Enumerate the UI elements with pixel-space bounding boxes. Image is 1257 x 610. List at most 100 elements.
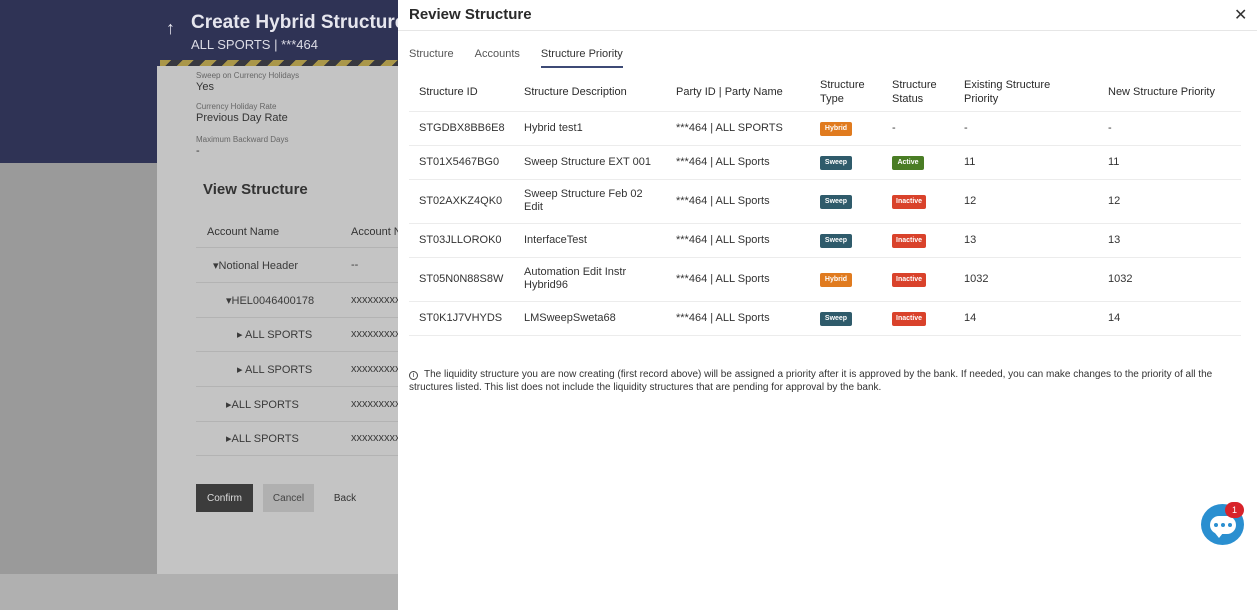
confirm-button[interactable]: Confirm	[196, 484, 253, 512]
status-badge: Inactive	[892, 194, 927, 209]
row-number: xxxxxxxxx	[351, 294, 401, 306]
column-header-status: Structure Status	[882, 74, 954, 112]
row-number: xxxxxxxxx	[351, 363, 401, 375]
row-number: xxxxxxxxx	[351, 328, 401, 340]
table-header-row: Structure ID Structure Description Party…	[409, 74, 1241, 112]
review-structure-modal: Review Structure ✕ Structure Accounts St…	[398, 0, 1257, 610]
cancel-button[interactable]: Cancel	[263, 484, 314, 512]
cell-description: Sweep Structure EXT 001	[514, 145, 666, 180]
divider	[196, 421, 406, 422]
cell-description: Automation Edit Instr Hybrid96	[514, 257, 666, 302]
cell-party: ***464 | ALL Sports	[666, 301, 810, 336]
column-header-account-number: Account N	[351, 226, 402, 238]
view-structure-title: View Structure	[203, 181, 308, 198]
type-badge: Sweep	[820, 155, 852, 170]
cell-type: Sweep	[810, 145, 882, 180]
tab-bar: Structure Accounts Structure Priority	[409, 48, 644, 68]
row-name: ALL SPORTS	[244, 329, 313, 341]
cell-new-priority: 13	[1098, 223, 1241, 258]
divider	[398, 30, 1257, 31]
cell-type: Sweep	[810, 179, 882, 224]
cell-party: ***464 | ALL Sports	[666, 179, 810, 224]
divider	[196, 351, 406, 352]
cell-status: Active	[882, 145, 954, 180]
cell-party: ***464 | ALL Sports	[666, 257, 810, 302]
cell-status: Inactive	[882, 257, 954, 302]
column-header-party: Party ID | Party Name	[666, 74, 810, 112]
tree-row-account[interactable]: ▸ALL SPORTS	[226, 398, 299, 411]
table-row: ST03JLLOROK0 InterfaceTest ***464 | ALL …	[409, 223, 1241, 258]
cell-description: InterfaceTest	[514, 223, 666, 258]
divider	[196, 455, 406, 456]
cell-new-priority: 11	[1098, 145, 1241, 180]
type-badge: Hybrid	[820, 121, 852, 136]
cell-existing-priority: 1032	[954, 257, 1098, 302]
tree-row-header-account[interactable]: ▾HEL0046400178	[226, 294, 314, 307]
type-badge: Sweep	[820, 194, 852, 209]
cell-existing-priority: -	[954, 111, 1098, 146]
info-text: The liquidity structure you are now crea…	[409, 369, 1213, 393]
cell-status: Inactive	[882, 179, 954, 224]
column-header-existing-priority: Existing Structure Priority	[954, 74, 1098, 112]
row-name: ALL SPORTS	[231, 399, 299, 411]
column-header-description: Structure Description	[514, 74, 666, 112]
cell-type: Sweep	[810, 301, 882, 336]
divider	[196, 247, 406, 248]
cell-description: Hybrid test1	[514, 111, 666, 146]
table-row: ST01X5467BG0 Sweep Structure EXT 001 ***…	[409, 145, 1241, 180]
info-note: i The liquidity structure you are now cre…	[409, 368, 1244, 394]
cell-structure-id: ST0K1J7VHYDS	[409, 301, 514, 336]
type-badge: Hybrid	[820, 272, 852, 287]
field-label: Sweep on Currency Holidays	[196, 71, 300, 80]
cell-status: Inactive	[882, 301, 954, 336]
tree-row-notional-header[interactable]: ▾Notional Header	[213, 259, 298, 272]
tab-structure-priority[interactable]: Structure Priority	[540, 48, 623, 68]
back-button[interactable]: Back	[326, 484, 364, 512]
cell-party: ***464 | ALL Sports	[666, 223, 810, 258]
divider	[196, 386, 406, 387]
page-title: Create Hybrid Structure	[191, 12, 406, 33]
back-arrow-icon[interactable]: ↑	[166, 18, 175, 39]
page-footer	[0, 574, 398, 610]
cell-new-priority: 14	[1098, 301, 1241, 336]
cell-type: Hybrid	[810, 111, 882, 146]
tree-row-account[interactable]: ▸ALL SPORTS	[226, 432, 299, 445]
table-row: ST0K1J7VHYDS LMSweepSweta68 ***464 | ALL…	[409, 301, 1241, 336]
cell-new-priority: 1032	[1098, 257, 1241, 302]
status-badge: Inactive	[892, 272, 927, 287]
cell-type: Sweep	[810, 223, 882, 258]
page-subtitle: ALL SPORTS | ***464	[191, 37, 318, 52]
table-row: ST02AXKZ4QK0 Sweep Structure Feb 02 Edit…	[409, 179, 1241, 224]
field-sweep-currency-holidays: Sweep on Currency Holidays Yes	[196, 71, 299, 93]
divider	[196, 282, 406, 283]
status-badge: Active	[892, 155, 924, 170]
table-row: ST05N0N88S8W Automation Edit Instr Hybri…	[409, 257, 1241, 302]
cell-existing-priority: 14	[954, 301, 1098, 336]
field-max-backward-days: Maximum Backward Days -	[196, 135, 288, 157]
cell-existing-priority: 13	[954, 223, 1098, 258]
tab-accounts[interactable]: Accounts	[475, 48, 520, 68]
cell-party: ***464 | ALL SPORTS	[666, 111, 810, 146]
row-number: --	[351, 259, 359, 271]
column-header-account-name: Account Name	[207, 226, 280, 238]
divider	[196, 317, 406, 318]
status-badge: Inactive	[892, 311, 927, 326]
tree-row-account[interactable]: ▸ ALL SPORTS	[237, 363, 312, 376]
structure-priority-table: Structure ID Structure Description Party…	[409, 74, 1241, 336]
cell-new-priority: -	[1098, 111, 1241, 146]
close-icon[interactable]: ✕	[1234, 5, 1247, 25]
tree-row-account[interactable]: ▸ ALL SPORTS	[237, 328, 312, 341]
cell-existing-priority: 12	[954, 179, 1098, 224]
cell-description: LMSweepSweta68	[514, 301, 666, 336]
cell-structure-id: ST02AXKZ4QK0	[409, 179, 514, 224]
info-icon: i	[409, 371, 418, 380]
row-name: ALL SPORTS	[244, 364, 313, 376]
chat-bubble-icon	[1209, 515, 1236, 538]
type-badge: Sweep	[820, 233, 852, 248]
cell-structure-id: ST01X5467BG0	[409, 145, 514, 180]
cell-new-priority: 12	[1098, 179, 1241, 224]
modal-title: Review Structure	[409, 6, 532, 23]
field-label: Currency Holiday Rate	[196, 102, 277, 111]
cell-type: Hybrid	[810, 257, 882, 302]
tab-structure[interactable]: Structure	[409, 48, 454, 68]
